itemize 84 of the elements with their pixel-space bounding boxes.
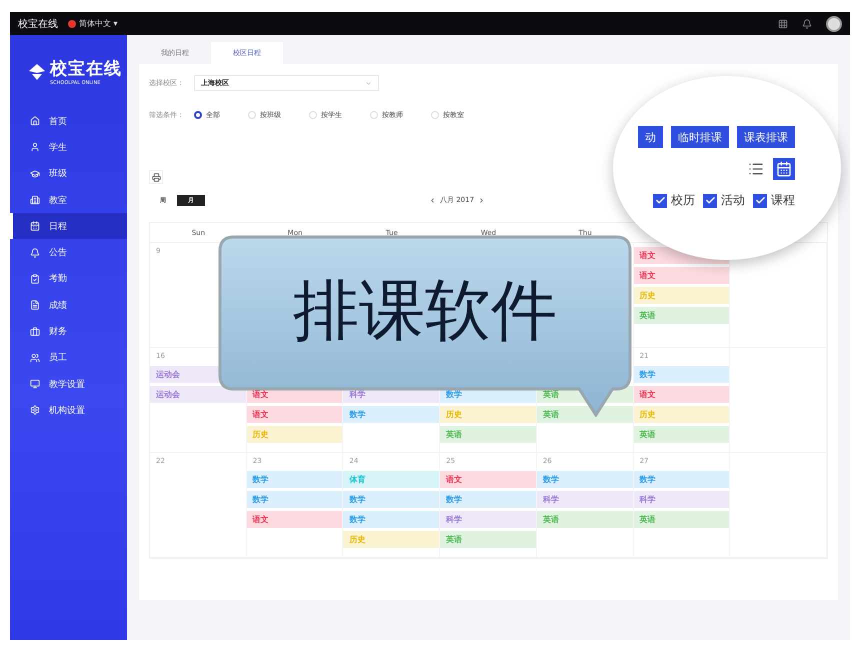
menu-icon (30, 352, 40, 363)
menu-icon (30, 326, 40, 337)
calendar-event[interactable]: 体育 (343, 471, 440, 488)
next-month-icon[interactable] (478, 196, 486, 204)
action-button[interactable]: 动 (638, 126, 663, 148)
previous-month-icon[interactable] (429, 196, 436, 204)
calendar-event[interactable]: 数学 (246, 471, 342, 488)
apps-grid-icon[interactable] (778, 18, 788, 28)
calendar-event[interactable]: 数学 (343, 406, 440, 423)
checkmark-icon (704, 195, 716, 206)
menu-icon (30, 379, 40, 390)
calendar-event[interactable]: 英语 (634, 307, 730, 324)
calendar-event[interactable]: 语文 (246, 406, 342, 423)
calendar-event[interactable]: 数学 (343, 491, 440, 508)
calendar-event[interactable]: 数学 (634, 366, 730, 383)
calendar-event[interactable]: 英语 (536, 511, 633, 528)
calendar-event[interactable]: 语文 (634, 386, 730, 403)
notification-bell-icon[interactable] (802, 18, 812, 28)
calendar-event[interactable]: 英语 (634, 511, 730, 528)
calendar-event[interactable]: 科学 (634, 491, 730, 508)
calendar-event[interactable]: 数学 (343, 511, 440, 528)
checkbox-label: 校历 (671, 192, 695, 209)
radio-button[interactable] (194, 111, 202, 119)
calendar-event[interactable]: 英语 (440, 426, 536, 443)
sidebar-item[interactable]: 考勤 (10, 266, 127, 292)
calendar-event[interactable]: 语文 (634, 267, 730, 284)
calendar-event[interactable]: 数学 (246, 491, 342, 508)
sidebar-item[interactable]: 机构设置 (10, 397, 127, 424)
action-button[interactable]: 课表排课 (737, 126, 795, 148)
calendar-view-button[interactable] (773, 158, 795, 180)
menu-icon (30, 142, 40, 152)
calendar-event[interactable]: 数学 (634, 471, 730, 488)
sidebar-item[interactable]: 公告 (10, 239, 127, 266)
checkmark-icon (654, 195, 666, 206)
calendar-event[interactable]: 历史 (634, 406, 730, 423)
sidebar-item[interactable]: 成绩 (10, 292, 127, 318)
menu-icon (30, 116, 40, 126)
menu-icon (30, 168, 40, 179)
list-icon (748, 161, 764, 177)
calendar-icon (776, 161, 792, 177)
sidebar-item[interactable]: 财务 (10, 318, 127, 345)
calendar-event[interactable]: 历史 (246, 426, 342, 443)
checkbox-label: 课程 (771, 192, 795, 209)
calendar-event[interactable]: 历史 (440, 406, 536, 423)
calendar-event[interactable]: 英语 (634, 426, 730, 443)
menu-icon (30, 195, 40, 206)
action-button[interactable]: 临时排课 (671, 126, 729, 148)
print-button[interactable] (149, 170, 163, 184)
calendar-event[interactable]: 英语 (440, 531, 536, 548)
calendar-event[interactable]: 运动会 (150, 386, 246, 403)
sidebar-item[interactable]: 教室 (10, 186, 127, 214)
sidebar-item[interactable]: 学生 (10, 134, 127, 161)
dropdown-caret-icon (365, 80, 372, 86)
menu-icon (30, 221, 40, 232)
sidebar-item[interactable]: 班级 (10, 160, 127, 187)
user-avatar[interactable] (826, 16, 842, 32)
language-selector[interactable]: 简体中文 ▾ (79, 18, 118, 29)
calendar-event[interactable]: 历史 (343, 531, 440, 548)
calendar-event[interactable]: 历史 (634, 287, 730, 304)
checkbox[interactable] (703, 194, 717, 208)
logo-text: 校宝在线 (50, 58, 122, 80)
calendar-event[interactable]: 语文 (246, 511, 342, 528)
checkbox[interactable] (753, 194, 767, 208)
calendar-event[interactable]: 科学 (440, 511, 536, 528)
checkbox[interactable] (653, 194, 667, 208)
menu-icon (30, 248, 40, 258)
sidebar-item[interactable]: 首页 (10, 108, 127, 134)
calendar-event[interactable]: 语文 (440, 471, 536, 488)
checkbox-label: 活动 (721, 192, 745, 209)
flag-icon (68, 20, 76, 28)
checkmark-icon (754, 195, 766, 206)
brand-name: 校宝在线 (18, 18, 58, 30)
logo-icon (28, 62, 46, 80)
calendar-event[interactable]: 英语 (536, 406, 633, 423)
menu-icon (30, 405, 40, 416)
calendar-event[interactable]: 数学 (536, 471, 633, 488)
menu-icon (30, 274, 40, 284)
sidebar-item[interactable]: 员工 (10, 344, 127, 371)
menu-icon (30, 300, 40, 310)
sidebar-item[interactable]: 日程 (10, 213, 127, 240)
calendar-event[interactable]: 科学 (536, 491, 633, 508)
sidebar-item[interactable]: 教学设置 (10, 370, 127, 398)
callout-text: 排课软件 (293, 271, 557, 351)
calendar-event[interactable]: 数学 (440, 491, 536, 508)
